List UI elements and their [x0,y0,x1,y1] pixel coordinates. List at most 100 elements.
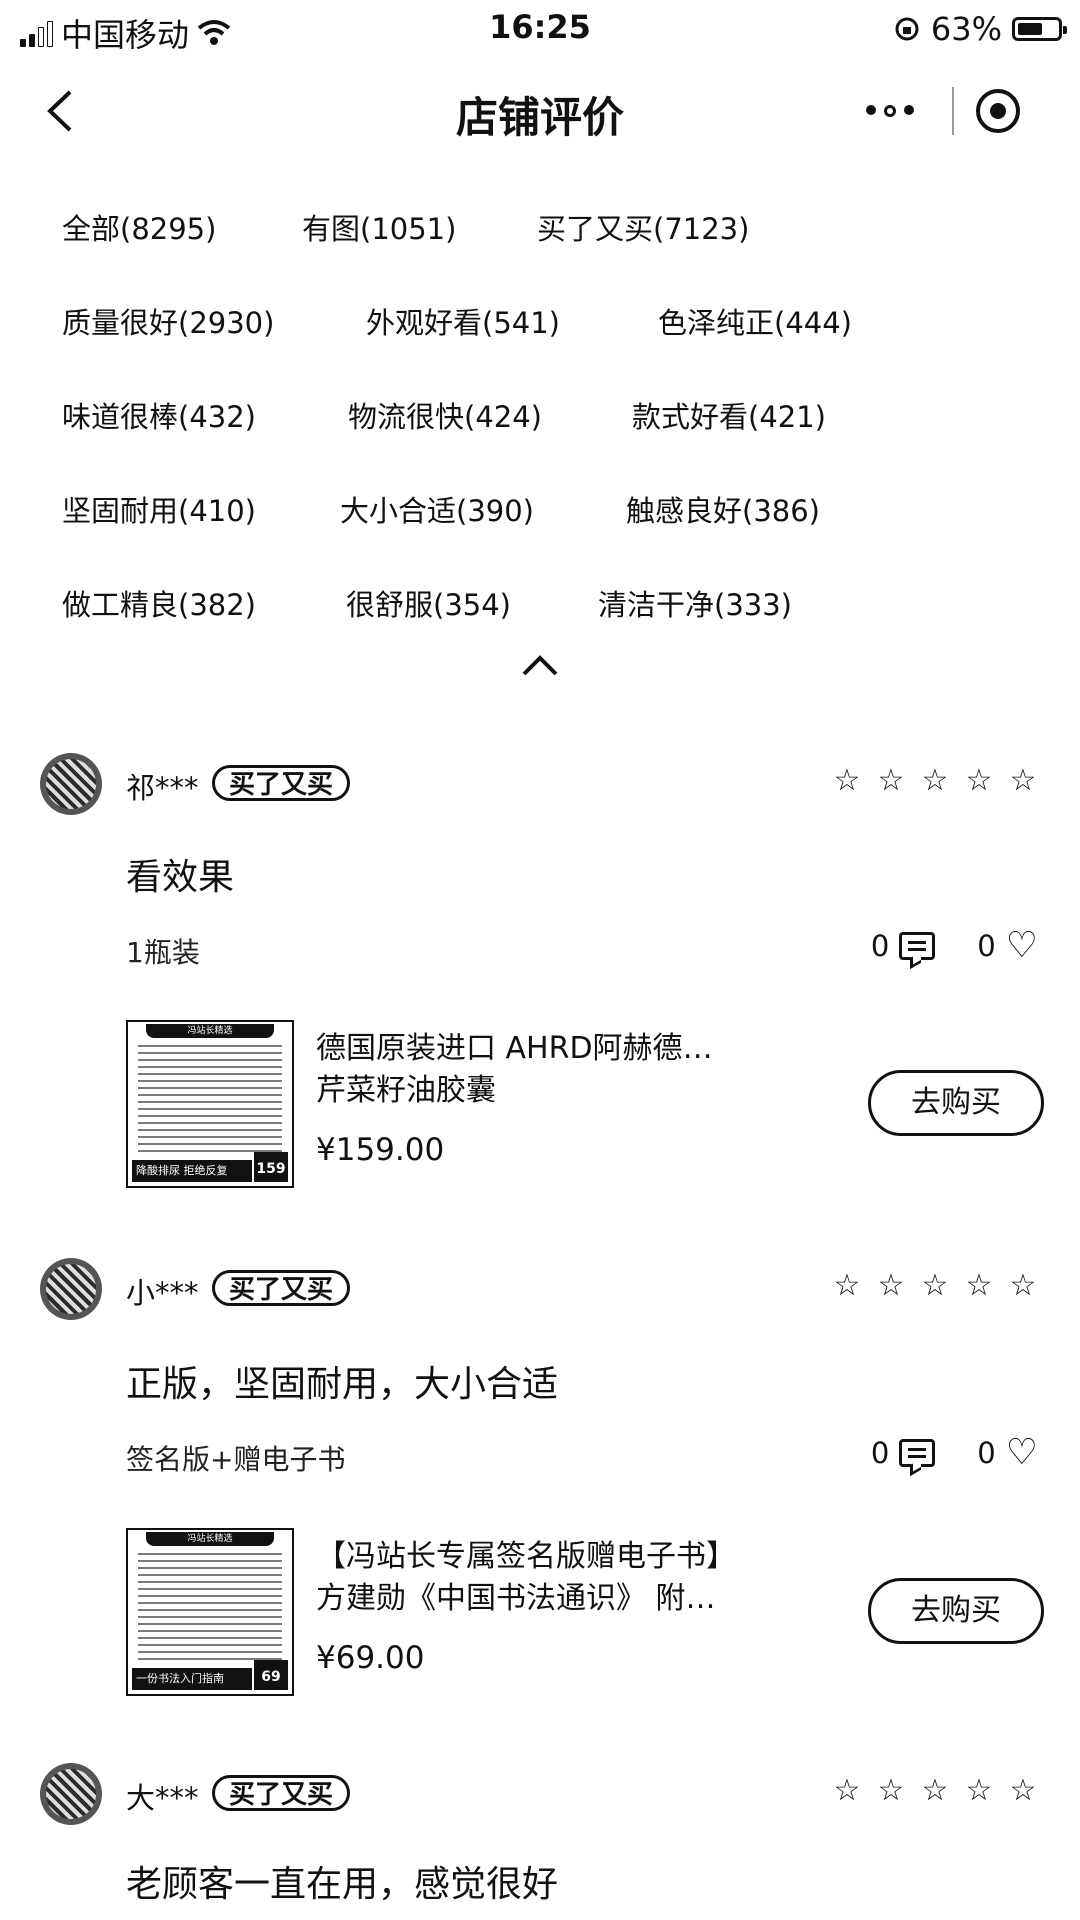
product-spec: 1瓶装 [126,936,200,969]
tag-row: 做工精良(382) 很舒服(354) 清洁干净(333) [62,556,1040,650]
like-count: 0 [977,1436,996,1470]
comment-count: 0 [870,1436,890,1470]
thumb-price: 69 [254,1660,288,1690]
review-card: 祁*** 买了又买 ☆ ☆ ☆ ☆ ☆ 看效果 1瓶装 0 0 ♡ 冯站长精选 降酸排尿… [0,745,1080,1205]
rotation-lock-icon [895,17,919,41]
tag-size[interactable]: 大小合适(390) [340,488,626,530]
tag-appearance[interactable]: 外观好看(541) [366,300,658,342]
star-icon: ☆ [921,1268,949,1303]
star-icon: ☆ [1009,1268,1037,1303]
star-rating: ☆ ☆ ☆ ☆ ☆ [832,1268,1038,1303]
product-title-line: 芹菜籽油胶囊 [316,1073,496,1108]
tag-all[interactable]: 全部(8295) [62,206,302,248]
more-icon[interactable] [850,105,930,117]
comment-count: 0 [870,929,890,963]
thumb-header: 冯站长精选 [146,1532,274,1546]
avatar[interactable] [40,753,102,815]
tag-workmanship[interactable]: 做工精良(382) [62,582,346,624]
repurchase-badge: 买了又买 [212,1270,351,1306]
review-text: 看效果 [126,857,235,898]
tag-style[interactable]: 款式好看(421) [632,394,826,436]
star-rating: ☆ ☆ ☆ ☆ ☆ [832,763,1038,798]
status-right: 63% [893,10,1067,48]
battery-fill [1018,23,1042,35]
repurchase-badge: 买了又买 [212,1775,351,1811]
reviewer-name: 大*** [126,1781,199,1815]
product-title: 德国原装进口 AHRD阿赫德鲣鱼 芹菜籽油胶囊 [316,1028,736,1112]
nav-bar: 店铺评价 [0,56,1080,166]
tag-row: 味道很棒(432) 物流很快(424) 款式好看(421) [62,368,1040,462]
product-price: ¥159.00 [316,1132,445,1168]
tag-color[interactable]: 色泽纯正(444) [658,300,852,342]
product-title-line: 【冯站长专属签名版赠电子书】 [316,1539,736,1574]
buy-button[interactable]: 去购买 [868,1578,1044,1644]
tag-row: 全部(8295) 有图(1051) 买了又买(7123) [62,180,1040,274]
close-miniprogram-icon[interactable] [976,89,1020,133]
mini-program-capsule [850,84,1040,138]
star-icon: ☆ [877,1773,905,1808]
tag-durable[interactable]: 坚固耐用(410) [62,488,340,530]
capsule-divider [952,87,954,135]
product-title: 【冯站长专属签名版赠电子书】 方建勋《中国书法通识》 附赠... [316,1536,736,1620]
battery-percent: 63% [930,10,1002,48]
battery-icon [1012,17,1067,41]
review-card: 小*** 买了又买 ☆ ☆ ☆ ☆ ☆ 正版，坚固耐用，大小合适 签名版+赠电子书 0 … [0,1250,1080,1710]
heart-icon[interactable]: ♡ [1006,1435,1038,1471]
buy-button[interactable]: 去购买 [868,1070,1044,1136]
status-bar: 中国移动 16:25 63% [0,0,1080,56]
star-icon: ☆ [877,1268,905,1303]
star-icon: ☆ [921,763,949,798]
tag-logistics[interactable]: 物流很快(424) [348,394,632,436]
star-icon: ☆ [833,1773,861,1808]
tag-with-photo[interactable]: 有图(1051) [302,206,537,248]
tag-quality[interactable]: 质量很好(2930) [62,300,366,342]
star-icon: ☆ [965,763,993,798]
comment-icon[interactable] [899,932,936,960]
reviewer-name: 祁*** [126,771,199,805]
product-thumbnail[interactable]: 冯站长精选 一份书法入门指南 69 [126,1528,294,1696]
review-text: 老顾客一直在用，感觉很好 [126,1864,559,1905]
star-icon: ☆ [833,1268,861,1303]
star-icon: ☆ [1009,763,1037,798]
product-card[interactable]: 冯站长精选 一份书法入门指南 69 【冯站长专属签名版赠电子书】 方建勋《中国书… [126,1528,1056,1696]
star-icon: ☆ [833,763,861,798]
product-thumbnail[interactable]: 冯站长精选 降酸排尿 拒绝反复 159 [126,1020,294,1188]
review-text: 正版，坚固耐用，大小合适 [126,1364,559,1405]
tag-touch[interactable]: 触感良好(386) [626,488,820,530]
tag-clean[interactable]: 清洁干净(333) [598,582,792,624]
thumb-footer: 降酸排尿 拒绝反复 [132,1160,252,1182]
product-spec: 签名版+赠电子书 [126,1443,346,1476]
star-icon: ☆ [877,763,905,798]
heart-icon[interactable]: ♡ [1006,928,1038,964]
product-title-line: 德国原装进口 AHRD阿赫德鲣鱼 [316,1031,736,1066]
reviewer-name: 小*** [126,1276,199,1310]
star-icon: ☆ [921,1773,949,1808]
product-card[interactable]: 冯站长精选 降酸排尿 拒绝反复 159 德国原装进口 AHRD阿赫德鲣鱼 芹菜籽… [126,1020,1056,1188]
product-price: ¥69.00 [316,1640,425,1676]
comment-icon[interactable] [899,1439,936,1467]
chevron-up-icon[interactable] [520,650,560,680]
tag-row: 质量很好(2930) 外观好看(541) 色泽纯正(444) [62,274,1040,368]
star-icon: ☆ [965,1268,993,1303]
review-actions: 0 0 ♡ [870,928,1038,964]
tag-comfortable[interactable]: 很舒服(354) [346,582,598,624]
tag-repurchase[interactable]: 买了又买(7123) [537,206,749,248]
repurchase-badge: 买了又买 [212,765,351,801]
like-count: 0 [977,929,996,963]
tag-taste[interactable]: 味道很棒(432) [62,394,348,436]
thumb-price: 159 [254,1152,288,1182]
star-icon: ☆ [965,1773,993,1808]
review-tag-filters: 全部(8295) 有图(1051) 买了又买(7123) 质量很好(2930) … [62,180,1040,650]
tag-row: 坚固耐用(410) 大小合适(390) 触感良好(386) [62,462,1040,556]
star-icon: ☆ [1009,1773,1037,1808]
product-image [138,1552,282,1660]
avatar[interactable] [40,1258,102,1320]
product-image [138,1044,282,1152]
thumb-header: 冯站长精选 [146,1024,274,1038]
avatar[interactable] [40,1763,102,1825]
review-card: 大*** 买了又买 ☆ ☆ ☆ ☆ ☆ 老顾客一直在用，感觉很好 [0,1755,1080,1920]
star-rating: ☆ ☆ ☆ ☆ ☆ [832,1773,1038,1808]
product-title-line: 方建勋《中国书法通识》 附赠... [316,1581,736,1616]
review-actions: 0 0 ♡ [870,1435,1038,1471]
thumb-footer: 一份书法入门指南 [132,1668,252,1690]
